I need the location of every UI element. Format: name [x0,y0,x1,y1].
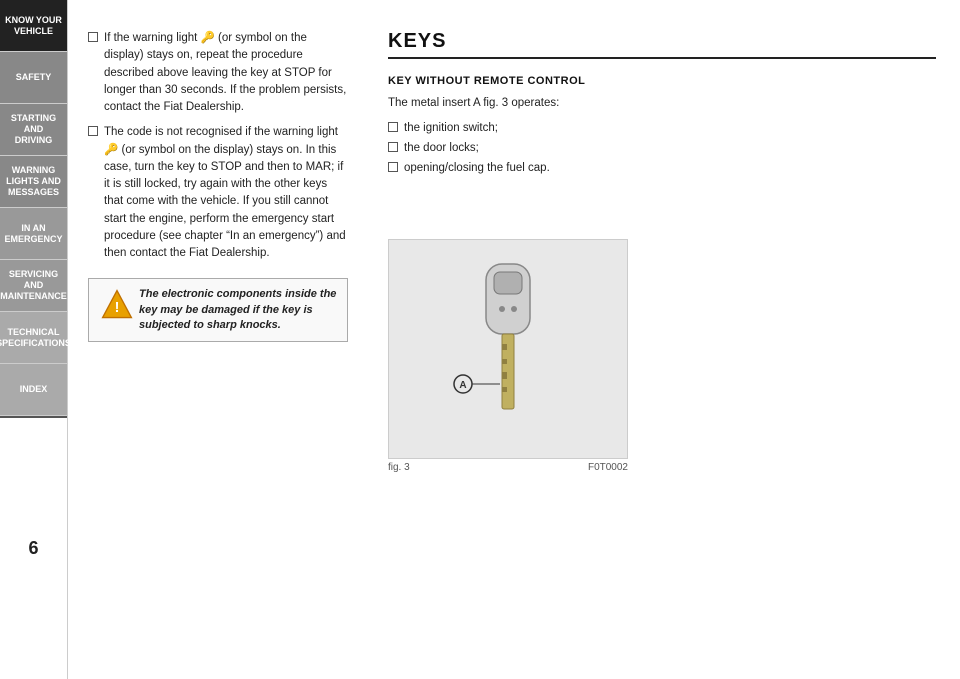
keys-list-item-2: the door locks; [388,140,936,156]
svg-text:A: A [459,380,466,391]
keys-list-item-1: the ignition switch; [388,120,936,136]
figure-caption-left: fig. 3 [388,462,410,473]
paragraph-2-text: The code is not recognised if the warnin… [104,124,348,262]
sidebar-item-emergency[interactable]: IN AN EMERGENCY [0,208,67,260]
svg-text:!: ! [115,300,120,316]
checkbox-keys-1 [388,122,398,132]
sidebar-item-servicing[interactable]: SERVICING AND MAINTENANCE [0,260,67,312]
key-fob-svg: A [418,254,598,444]
checkbox-2 [88,126,98,136]
keys-title: KEYS [388,30,936,59]
paragraph-1: If the warning light 🔑 (or symbol on the… [88,30,348,116]
page-number: 6 [0,416,67,679]
paragraph-1-text: If the warning light 🔑 (or symbol on the… [104,30,348,116]
figure-caption-right: F0T0002 [588,462,628,473]
figure-container: A fig. 3 F0T0002 [388,209,936,473]
sidebar-item-starting-driving[interactable]: STARTING AND DRIVING [0,104,67,156]
keys-subtitle: KEY WITHOUT REMOTE CONTROL [388,75,936,87]
sidebar: KNOW YOUR VEHICLE SAFETY STARTING AND DR… [0,0,68,679]
sidebar-item-technical[interactable]: TECHNICAL SPECIFICATIONS [0,312,67,364]
sidebar-item-safety[interactable]: SAFETY [0,52,67,104]
sidebar-item-index[interactable]: INDEX [0,364,67,416]
sidebar-item-know-your-vehicle[interactable]: KNOW YOUR VEHICLE [0,0,67,52]
key-illustration: A [389,240,627,458]
checkbox-1 [88,32,98,42]
keys-list-item-3: opening/closing the fuel cap. [388,160,936,176]
left-column: If the warning light 🔑 (or symbol on the… [68,0,368,679]
keys-description: The metal insert A fig. 3 operates: [388,95,936,112]
figure-caption: fig. 3 F0T0002 [388,462,628,473]
checkbox-keys-3 [388,162,398,172]
warning-triangle-icon: ! [99,287,129,317]
warning-text: The electronic components inside the key… [139,287,337,333]
checkbox-keys-2 [388,142,398,152]
figure-box: A [388,239,628,459]
main-content: If the warning light 🔑 (or symbol on the… [68,0,960,679]
paragraph-2: The code is not recognised if the warnin… [88,124,348,262]
right-column: KEYS KEY WITHOUT REMOTE CONTROL The meta… [368,0,960,679]
sidebar-item-warning-lights[interactable]: WARNING LIGHTS AND MESSAGES [0,156,67,208]
warning-box: ! The electronic components inside the k… [88,278,348,342]
